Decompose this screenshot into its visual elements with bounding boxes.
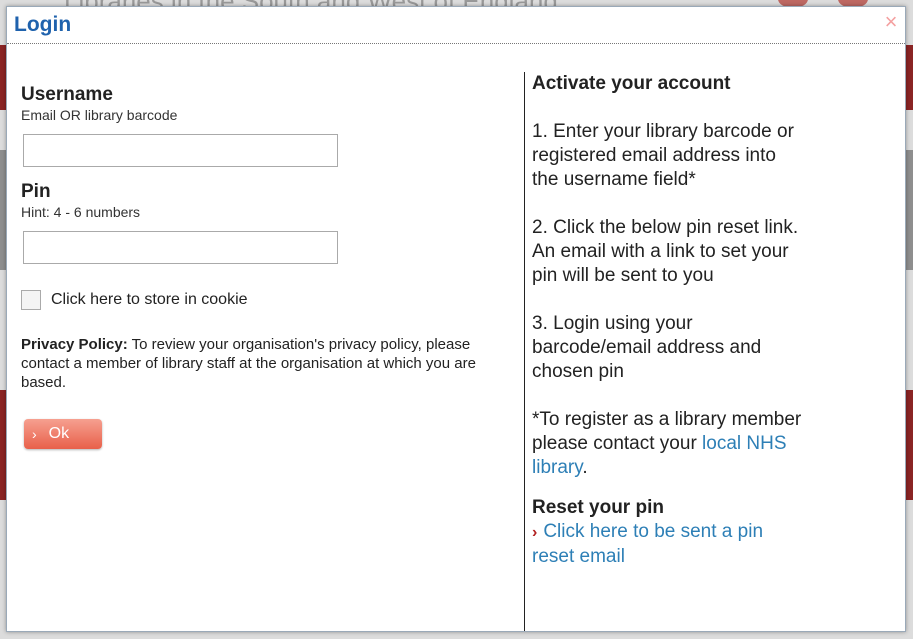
reset-link-row: › Click here to be sent a pin reset email (532, 520, 807, 569)
chevron-right-icon: › (32, 426, 37, 442)
chevron-right-icon: › (532, 524, 538, 541)
reset-pin-link[interactable]: Click here to be sent a pin reset email (532, 521, 763, 567)
activate-step-1: 1. Enter your library barcode or registe… (532, 121, 794, 190)
ok-button[interactable]: › Ok (24, 419, 102, 449)
background-band (905, 390, 913, 500)
activate-heading: Activate your account (532, 73, 731, 94)
activate-info: Activate your account 1. Enter your libr… (532, 72, 807, 569)
background-band (905, 45, 913, 110)
activate-step-2: 2. Click the below pin reset link. An em… (532, 217, 799, 286)
dialog-header: Login × (7, 7, 905, 44)
close-icon[interactable]: × (881, 11, 901, 33)
username-label: Username (21, 84, 113, 105)
background-band (905, 150, 913, 270)
login-dialog: Login × Username Email OR library barcod… (6, 6, 906, 632)
column-divider (524, 72, 525, 631)
register-note-end: . (582, 457, 588, 478)
login-form: Username Email OR library barcode Pin Hi… (21, 83, 521, 449)
pin-hint: Hint: 4 - 6 numbers (21, 204, 141, 220)
privacy-policy: Privacy Policy: To review your organisat… (21, 335, 521, 392)
register-note: *To register as a library member please … (532, 408, 807, 480)
cookie-option: Click here to store in cookie (21, 290, 521, 310)
pin-input[interactable] (23, 231, 338, 264)
store-cookie-checkbox[interactable] (21, 290, 41, 310)
store-cookie-label[interactable]: Click here to store in cookie (51, 291, 248, 309)
activate-step-3: 3. Login using your barcode/email addres… (532, 313, 762, 382)
privacy-policy-label: Privacy Policy: (21, 336, 128, 353)
dialog-title: Login (14, 13, 72, 36)
ok-button-label: Ok (48, 425, 70, 442)
reset-heading: Reset your pin (532, 497, 664, 518)
pin-label: Pin (21, 181, 51, 202)
username-input[interactable] (23, 134, 338, 167)
username-hint: Email OR library barcode (21, 107, 178, 123)
